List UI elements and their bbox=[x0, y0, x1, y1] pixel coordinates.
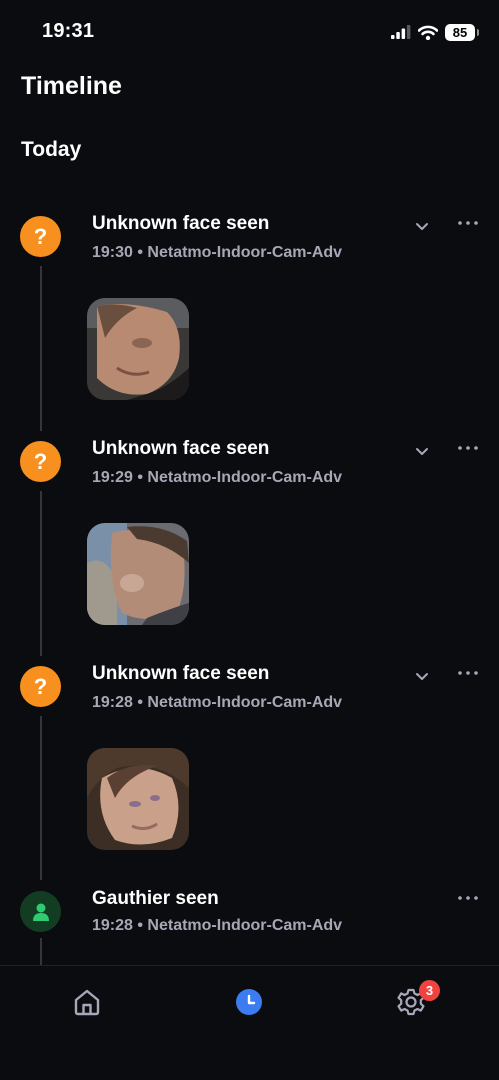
person-icon bbox=[32, 903, 49, 921]
more-options-icon[interactable] bbox=[456, 442, 480, 454]
timeline-event[interactable]: ? Unknown face seen 19:29 • Netatmo-Indo… bbox=[0, 430, 499, 630]
event-title: Unknown face seen bbox=[92, 663, 270, 684]
unknown-face-badge: ? bbox=[20, 216, 61, 257]
event-meta: 19:29 • Netatmo-Indoor-Cam-Adv bbox=[92, 469, 343, 486]
clock-icon bbox=[236, 989, 262, 1015]
event-thumbnail[interactable] bbox=[87, 523, 189, 625]
event-meta: 19:28 • Netatmo-Indoor-Cam-Adv bbox=[92, 694, 343, 711]
event-title: Unknown face seen bbox=[92, 438, 270, 459]
known-person-badge bbox=[20, 891, 61, 932]
timeline-event[interactable]: ? Unknown face seen 19:30 • Netatmo-Indo… bbox=[0, 205, 499, 405]
cellular-signal-icon bbox=[391, 25, 411, 39]
section-title-today: Today bbox=[21, 138, 82, 161]
tab-timeline[interactable] bbox=[229, 982, 269, 1022]
chevron-down-icon[interactable] bbox=[412, 216, 432, 236]
question-icon: ? bbox=[33, 223, 48, 249]
more-options-icon[interactable] bbox=[456, 667, 480, 679]
more-options-icon[interactable] bbox=[456, 892, 480, 904]
unknown-face-badge: ? bbox=[20, 666, 61, 707]
more-options-icon[interactable] bbox=[456, 217, 480, 229]
wifi-icon bbox=[418, 25, 438, 40]
status-time: 19:31 bbox=[42, 20, 95, 42]
event-thumbnail[interactable] bbox=[87, 748, 189, 850]
event-meta: 19:28 • Netatmo-Indoor-Cam-Adv bbox=[92, 917, 343, 934]
battery-icon: 85 bbox=[445, 23, 479, 41]
timeline-event[interactable]: ? Unknown face seen 19:28 • Netatmo-Indo… bbox=[0, 655, 499, 855]
chevron-down-icon[interactable] bbox=[412, 666, 432, 686]
home-icon bbox=[74, 989, 100, 1016]
battery-level: 85 bbox=[452, 24, 468, 40]
question-icon: ? bbox=[33, 448, 48, 474]
event-title: Unknown face seen bbox=[92, 213, 270, 234]
tab-home[interactable] bbox=[67, 982, 107, 1022]
status-icons: 85 bbox=[391, 22, 479, 42]
timeline-event[interactable]: Gauthier seen 19:28 • Netatmo-Indoor-Cam… bbox=[0, 880, 499, 940]
page-title: Timeline bbox=[21, 72, 122, 100]
event-title: Gauthier seen bbox=[92, 888, 219, 909]
chevron-down-icon[interactable] bbox=[412, 441, 432, 461]
event-thumbnail[interactable] bbox=[87, 298, 189, 400]
timeline-connector bbox=[40, 938, 42, 965]
event-meta: 19:30 • Netatmo-Indoor-Cam-Adv bbox=[92, 244, 343, 261]
unknown-face-badge: ? bbox=[20, 441, 61, 482]
status-bar: 19:31 85 bbox=[0, 0, 499, 62]
tab-bar: 3 bbox=[0, 965, 499, 1080]
question-icon: ? bbox=[33, 673, 48, 699]
notification-badge: 3 bbox=[419, 980, 440, 1001]
